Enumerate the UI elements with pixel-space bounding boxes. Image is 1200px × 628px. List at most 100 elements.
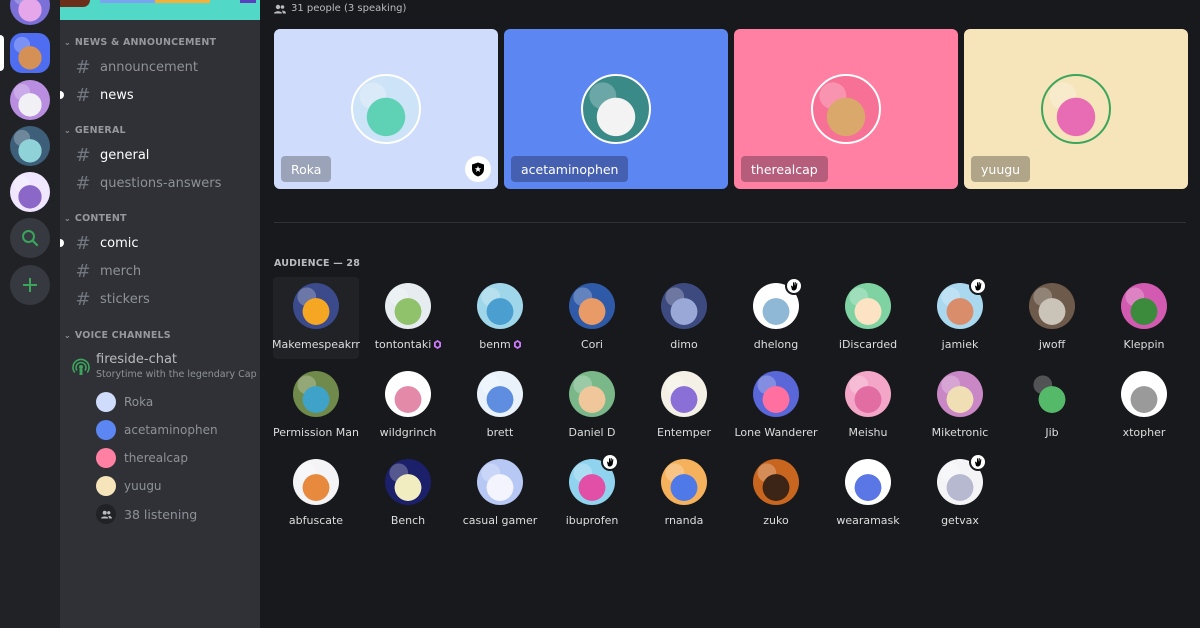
category-general[interactable]: ⌄ GENERAL: [64, 125, 126, 136]
audience-member[interactable]: Lone Wanderer: [733, 365, 819, 447]
people-icon: [274, 4, 286, 13]
audience-member[interactable]: ibuprofen: [549, 453, 635, 535]
audience-member[interactable]: Bench: [365, 453, 451, 535]
server-icon[interactable]: [10, 80, 50, 120]
audience-member[interactable]: Kleppin: [1101, 277, 1187, 359]
audience-member[interactable]: wildgrinch: [365, 365, 451, 447]
audience-member[interactable]: getvax: [917, 453, 1003, 535]
voice-user[interactable]: therealcap: [96, 446, 188, 470]
category-voice-channels[interactable]: ⌄ VOICE CHANNELS: [64, 330, 171, 341]
speaker-tile[interactable]: Roka: [274, 29, 498, 189]
audience-member[interactable]: iDiscarded: [825, 277, 911, 359]
audience-member-name: wildgrinch: [355, 426, 461, 439]
channel-sidebar: ⌄ NEWS & ANNOUNCEMENT # announcement # news ⌄ G…: [60, 0, 260, 628]
speaker-tile[interactable]: therealcap: [734, 29, 958, 189]
avatar: [96, 392, 116, 412]
voice-user[interactable]: acetaminophen: [96, 418, 218, 442]
audience-member[interactable]: dhelong: [733, 277, 819, 359]
avatar: [293, 283, 339, 329]
audience-name-text: abfuscate: [288, 514, 344, 527]
audience-member[interactable]: abfuscate: [273, 453, 359, 535]
audience-member[interactable]: benm: [457, 277, 543, 359]
hash-icon: #: [75, 288, 91, 310]
server-icon[interactable]: [10, 172, 50, 212]
server-rail: [0, 0, 60, 628]
audience-member[interactable]: Makemespeakrr: [272, 277, 360, 359]
server-icon[interactable]: [10, 0, 50, 25]
voice-user[interactable]: Roka: [96, 390, 153, 414]
audience-name-text: Kleppin: [1123, 338, 1165, 351]
audience-member[interactable]: jwoff: [1009, 277, 1095, 359]
hash-icon: #: [75, 56, 91, 78]
speaker-tile[interactable]: yuugu: [964, 29, 1188, 189]
voice-user[interactable]: yuugu: [96, 474, 162, 498]
chevron-down-icon: ⌄: [64, 38, 71, 47]
audience-member[interactable]: zuko: [733, 453, 819, 535]
audience-member[interactable]: dimo: [641, 277, 727, 359]
active-server-indicator: [0, 35, 4, 71]
audience-member-name: brett: [447, 426, 553, 439]
audience-name-text: ibuprofen: [565, 514, 619, 527]
channel-announcement[interactable]: # announcement: [68, 55, 254, 79]
avatar: [293, 459, 339, 505]
hash-icon: #: [75, 260, 91, 282]
audience-member-name: zuko: [723, 514, 829, 527]
audience-member-name: Kleppin: [1091, 338, 1197, 351]
audience-name-text: Permission Man: [272, 426, 360, 439]
audience-member[interactable]: Jib: [1009, 365, 1095, 447]
audience-member-name: benm: [447, 338, 553, 351]
explore-servers-button[interactable]: [10, 218, 50, 258]
channel-questions-answers[interactable]: # questions-answers: [68, 171, 254, 195]
audience-member-name: xtopher: [1091, 426, 1197, 439]
add-server-button[interactable]: [10, 265, 50, 305]
audience-member[interactable]: wearamask: [825, 453, 911, 535]
audience-name-text: jamiek: [941, 338, 979, 351]
audience-member[interactable]: tontontaki: [365, 277, 451, 359]
chevron-down-icon: ⌄: [64, 331, 71, 340]
audience-member-name: jamiek: [907, 338, 1013, 351]
audience-name-text: wildgrinch: [379, 426, 437, 439]
channel-news[interactable]: # news: [60, 83, 254, 107]
audience-member-name: Permission Man: [263, 426, 369, 439]
channel-stickers[interactable]: # stickers: [68, 287, 254, 311]
channel-comic[interactable]: # comic: [60, 231, 254, 255]
avatar: [569, 371, 615, 417]
avatar: [1029, 283, 1075, 329]
channel-merch[interactable]: # merch: [68, 259, 254, 283]
category-content[interactable]: ⌄ CONTENT: [64, 213, 127, 224]
channel-general[interactable]: # general: [68, 143, 254, 167]
avatar: [385, 459, 431, 505]
server-icon[interactable]: [10, 126, 50, 166]
avatar: [477, 459, 523, 505]
audience-member[interactable]: xtopher: [1101, 365, 1187, 447]
audience-member-name: getvax: [907, 514, 1013, 527]
avatar: [661, 283, 707, 329]
audience-member-name: Bench: [355, 514, 461, 527]
audience-member[interactable]: Miketronic: [917, 365, 1003, 447]
chevron-down-icon: ⌄: [64, 214, 71, 223]
audience-member[interactable]: Permission Man: [273, 365, 359, 447]
raised-hand-icon: [785, 277, 803, 295]
audience-member-name: wearamask: [815, 514, 921, 527]
server-icon[interactable]: [10, 33, 50, 73]
avatar: [661, 371, 707, 417]
audience-member[interactable]: Entemper: [641, 365, 727, 447]
listening-count[interactable]: 38 listening: [96, 502, 197, 526]
category-news-announcement[interactable]: ⌄ NEWS & ANNOUNCEMENT: [64, 37, 216, 48]
audience-name-text: Daniel D: [568, 426, 616, 439]
avatar: [385, 371, 431, 417]
audience-member[interactable]: casual gamer: [457, 453, 543, 535]
audience-member-name: jwoff: [999, 338, 1105, 351]
audience-name-text: brett: [486, 426, 514, 439]
audience-name-text: wearamask: [836, 514, 900, 527]
listening-text: 38 listening: [124, 506, 198, 522]
audience-name-text: Meishu: [848, 426, 888, 439]
audience-member[interactable]: jamiek: [917, 277, 1003, 359]
audience-member[interactable]: brett: [457, 365, 543, 447]
audience-member[interactable]: Daniel D: [549, 365, 635, 447]
audience-member[interactable]: rnanda: [641, 453, 727, 535]
audience-member[interactable]: Meishu: [825, 365, 911, 447]
speaker-tile[interactable]: acetaminophen: [504, 29, 728, 189]
audience-member[interactable]: Cori: [549, 277, 635, 359]
speaker-name-tag: yuugu: [971, 156, 1031, 182]
